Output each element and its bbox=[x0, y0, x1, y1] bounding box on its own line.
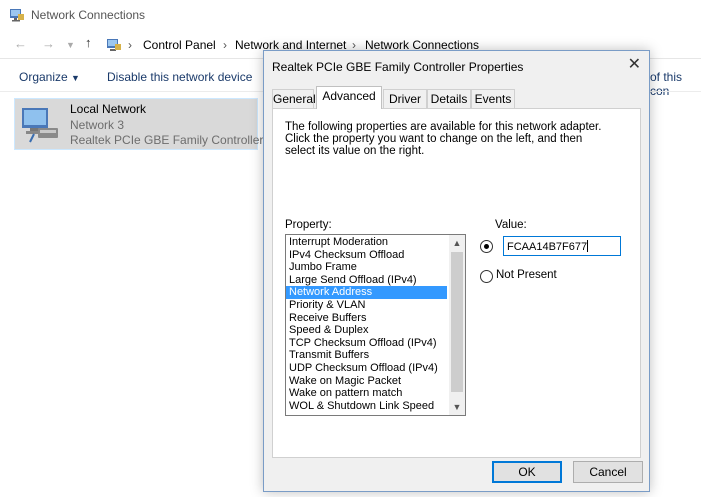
property-list-item[interactable]: TCP Checksum Offload (IPv4) bbox=[286, 337, 447, 350]
network-adapter-icon bbox=[22, 108, 58, 143]
radio-selected-dot bbox=[484, 244, 489, 249]
not-present-label[interactable]: Not Present bbox=[496, 269, 557, 281]
property-listbox[interactable]: Interrupt Moderation IPv4 Checksum Offloa… bbox=[285, 234, 466, 416]
scroll-down-icon[interactable]: ▼ bbox=[449, 399, 465, 415]
ok-button[interactable]: OK bbox=[492, 461, 562, 483]
breadcrumb-separator: › bbox=[223, 38, 227, 52]
property-list-item[interactable]: UDP Checksum Offload (IPv4) bbox=[286, 362, 447, 375]
value-radio[interactable] bbox=[480, 240, 493, 253]
recent-locations-chevron-icon[interactable]: ▼ bbox=[66, 38, 75, 52]
cancel-button[interactable]: Cancel bbox=[573, 461, 643, 483]
breadcrumb-control-panel[interactable]: Control Panel bbox=[143, 38, 216, 52]
chevron-down-icon: ▼ bbox=[71, 73, 80, 83]
property-list-item[interactable]: Interrupt Moderation bbox=[286, 236, 447, 249]
back-arrow-icon[interactable]: ← bbox=[14, 37, 27, 51]
property-list-item[interactable]: WOL & Shutdown Link Speed bbox=[286, 400, 447, 413]
property-list-item[interactable]: Receive Buffers bbox=[286, 312, 447, 325]
property-list-item[interactable]: Wake on pattern match bbox=[286, 387, 447, 400]
not-present-radio[interactable] bbox=[480, 270, 493, 283]
value-input[interactable]: FCAA14B7F677 bbox=[503, 236, 621, 256]
breadcrumb-separator: › bbox=[128, 38, 132, 52]
connection-network: Network 3 bbox=[70, 118, 125, 132]
property-list-item[interactable]: Speed & Duplex bbox=[286, 324, 447, 337]
advanced-tab-panel: The following properties are available f… bbox=[272, 108, 641, 458]
adapter-properties-dialog: Realtek PCIe GBE Family Controller Prope… bbox=[263, 50, 650, 492]
property-list-item[interactable]: Jumbo Frame bbox=[286, 261, 447, 274]
property-list-item[interactable]: Large Send Offload (IPv4) bbox=[286, 274, 447, 287]
network-connections-icon bbox=[10, 9, 24, 22]
dialog-title: Realtek PCIe GBE Family Controller Prope… bbox=[272, 60, 524, 74]
property-label: Property: bbox=[285, 219, 332, 231]
property-list-item[interactable]: Network Address bbox=[286, 286, 447, 299]
close-icon[interactable]: ✕ bbox=[628, 55, 641, 75]
up-arrow-icon[interactable]: ↑ bbox=[85, 36, 92, 50]
window-title: Network Connections bbox=[31, 8, 146, 22]
panel-description: The following properties are available f… bbox=[285, 121, 602, 157]
forward-arrow-icon[interactable]: → bbox=[42, 37, 55, 51]
property-list-item[interactable]: Transmit Buffers bbox=[286, 349, 447, 362]
disable-device-button[interactable]: Disable this network device bbox=[107, 70, 252, 84]
scrollbar-thumb[interactable] bbox=[451, 252, 463, 392]
organize-label: Organize bbox=[19, 70, 68, 84]
value-label: Value: bbox=[495, 219, 527, 231]
tab-events[interactable]: Events bbox=[471, 89, 515, 108]
property-list-item[interactable]: IPv4 Checksum Offload bbox=[286, 249, 447, 262]
connection-name: Local Network bbox=[70, 102, 147, 116]
window-titlebar: Network Connections bbox=[0, 0, 701, 30]
tab-driver[interactable]: Driver bbox=[383, 89, 427, 108]
tab-details[interactable]: Details bbox=[427, 89, 471, 108]
organize-menu[interactable]: Organize ▼ bbox=[19, 70, 80, 84]
listbox-scrollbar[interactable]: ▲ ▼ bbox=[449, 235, 465, 415]
text-caret bbox=[587, 240, 589, 252]
connection-adapter: Realtek PCIe GBE Family Controller bbox=[70, 133, 264, 147]
tab-advanced[interactable]: Advanced bbox=[316, 86, 382, 109]
scroll-up-icon[interactable]: ▲ bbox=[449, 235, 465, 251]
command-overflow-text[interactable]: of this con bbox=[650, 70, 701, 98]
value-text: FCAA14B7F677 bbox=[507, 241, 588, 253]
control-panel-icon bbox=[107, 39, 121, 51]
tab-general[interactable]: General bbox=[272, 89, 316, 108]
property-list-item[interactable]: Wake on Magic Packet bbox=[286, 375, 447, 388]
property-list-item[interactable]: Priority & VLAN bbox=[286, 299, 447, 312]
